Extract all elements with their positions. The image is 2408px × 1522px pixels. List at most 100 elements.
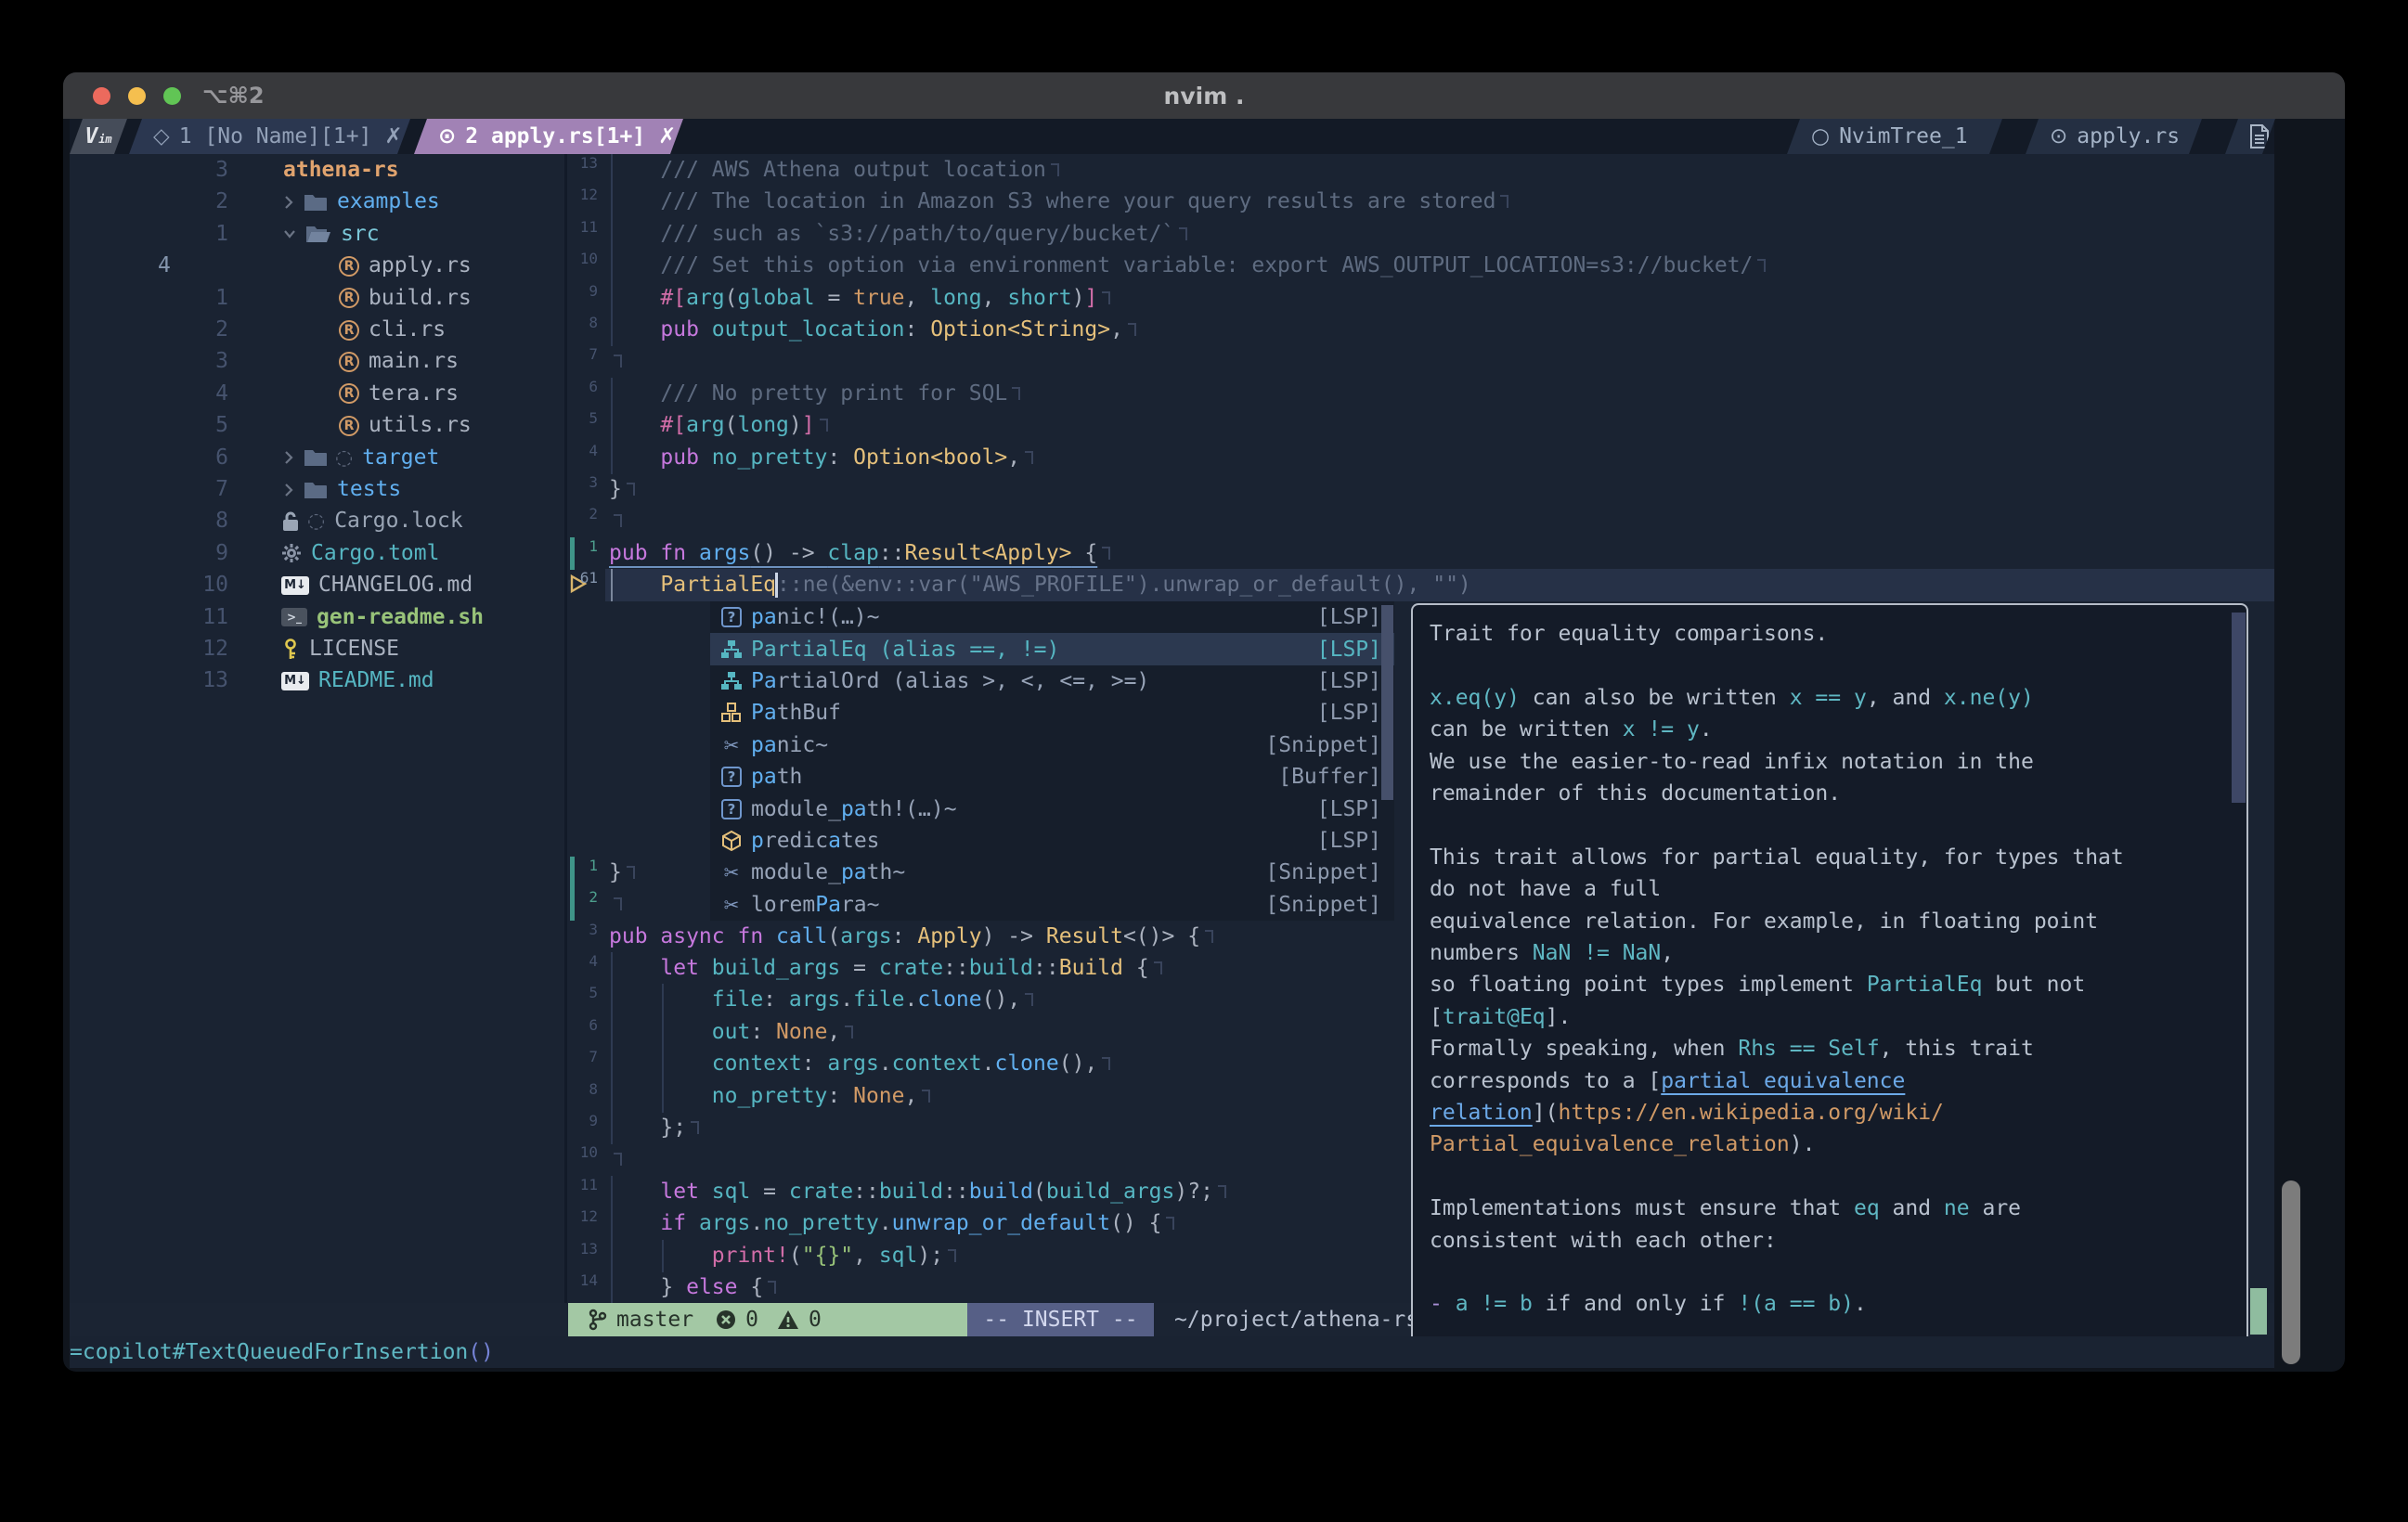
tab-close-icon[interactable]: ✗ [658,124,676,148]
line-number: 2 [518,888,598,906]
tree-line-number: 10 [149,569,228,601]
eol-marker [691,1121,699,1134]
tree-item-athena-rs[interactable]: 3athena-rs [70,154,564,187]
doc-line: Partial_equivalence_relation). [1430,1129,1815,1160]
tree-item-src[interactable]: 1src [70,218,564,251]
line-number: 7 [518,1048,598,1065]
code-line[interactable]: pub fn args() -> clap::Result<Apply> { [568,537,2274,570]
tab-buffer-2[interactable]: ⊙2 apply.rs[1+]✗ [414,119,683,154]
doc-line: corresponds to a [partial equivalence [1430,1065,1905,1097]
completion-popup: ?panic!(…)~[LSP]PartialEq (alias ==, !=)… [710,601,1394,921]
tree-item-Cargo.toml[interactable]: 9Cargo.toml [70,537,564,570]
tree-item-label: target [362,442,439,474]
terminal-scrollbar[interactable] [2282,1180,2300,1364]
completion-item-1[interactable]: PartialEq (alias ==, !=)[LSP] [710,633,1394,664]
tree-item-target[interactable]: 6◌target [70,442,564,474]
code-line[interactable]: PartialEq::ne(&env::var("AWS_PROFILE").u… [568,569,2274,601]
code-line[interactable] [568,505,2274,537]
code-line-text: pub fn args() -> clap::Result<Apply> { [609,537,1110,570]
code-line[interactable]: /// Set this option via environment vari… [568,250,2274,282]
code-line[interactable]: pub no_pretty: Option<bool>, [568,442,2274,474]
code-line-text: /// AWS Athena output location [609,154,1059,187]
completion-item-4[interactable]: ✂panic~[Snippet] [710,729,1394,761]
completion-kind-icon-wrap [718,639,745,660]
completion-kind-icon-wrap: ✂ [718,861,745,884]
tree-item-tera.rs[interactable]: 4Rtera.rs [70,378,564,410]
line-number: 1 [518,857,598,874]
tree-item-tests[interactable]: 7tests [70,473,564,506]
completion-item-0[interactable]: ?panic!(…)~[LSP] [710,601,1394,633]
completion-source-tag: [LSP] [1317,669,1381,693]
code-line[interactable]: /// AWS Athena output location [568,154,2274,187]
tree-line-number: 1 [149,282,228,315]
tree-item-utils.rs[interactable]: 5Rutils.rs [70,409,564,442]
completion-item-3[interactable]: PathBuf[LSP] [710,697,1394,729]
completion-item-2[interactable]: PartialOrd (alias >, <, <=, >=) [LSP] [710,665,1394,697]
code-line[interactable]: pub output_location: Option<String>, [568,314,2274,346]
code-line[interactable]: #[arg(long)] [568,409,2274,442]
indent-guide [611,952,613,985]
tree-item-content: examples [281,186,440,218]
tree-item-examples[interactable]: 2examples [70,186,564,218]
line-number: 6 [518,378,598,395]
tree-item-content: Rapply.rs [339,250,472,282]
code-line-text: out: None, [609,1016,853,1049]
code-line-text: pub output_location: Option<String>, [609,314,1136,346]
tree-item-apply.rs[interactable]: 4Rapply.rs [70,250,564,282]
code-line[interactable]: /// such as `s3://path/to/query/bucket/` [568,218,2274,251]
code-line-text: if args.no_pretty.unwrap_or_default() { [609,1207,1174,1240]
completion-label: PartialOrd (alias >, <, <=, >=) [751,669,1149,693]
rust-icon: R [339,352,359,372]
tree-item-README.md[interactable]: 13M↓README.md [70,664,564,697]
tree-item-Cargo.lock[interactable]: 8◌Cargo.lock [70,505,564,537]
code-line[interactable]: /// The location in Amazon S3 where your… [568,186,2274,218]
eol-marker [1102,547,1110,560]
tab-buffer-1[interactable]: ◇1 [No Name][1+]✗ [129,119,410,154]
tree-item-LICENSE[interactable]: 12LICENSE [70,633,564,665]
doc-scrollbar[interactable] [2232,613,2246,803]
tree-item-label: CHANGELOG.md [318,569,473,601]
code-line[interactable]: } [568,473,2274,506]
tree-item-content: M↓CHANGELOG.md [281,569,473,601]
tree-item-build.rs[interactable]: 1Rbuild.rs [70,282,564,315]
completion-source-tag: [LSP] [1317,797,1381,821]
tabline-right-apply.rs[interactable]: ⊙apply.rs [2026,119,2202,154]
cmdline-text: =copilot#TextQueuedForInsertion [70,1340,468,1364]
indent-guide [662,984,664,1016]
indent-guide [611,1207,613,1240]
tabline-right-NvimTree_1[interactable]: ○NvimTree_1 [1787,119,2002,154]
tree-item-content: src [281,218,380,251]
macro-icon: ? [721,799,742,819]
doc-line: - a != b if and only if !(a == b). [1430,1288,1867,1320]
diagnostics-error-icon [716,1309,736,1330]
completion-item-9[interactable]: ✂loremPara~[Snippet] [710,889,1394,921]
code-line[interactable]: #[arg(global = true, long, short)] [568,282,2274,315]
completion-item-7[interactable]: predicates[LSP] [710,825,1394,857]
code-line[interactable] [568,345,2274,378]
line-number: 4 [518,952,598,970]
tree-item-label: README.md [318,664,434,697]
tree-item-content: ◌target [281,442,439,474]
tabline-right-label: NvimTree_1 [1839,124,1967,148]
tree-item-gen-readme.sh[interactable]: 11>_gen-readme.sh [70,601,564,634]
eol-marker [1012,387,1020,400]
doc-line: Trait for equality comparisons. [1430,618,1828,650]
completion-kind-icon-wrap: ? [718,799,745,819]
command-line[interactable]: =copilot#TextQueuedForInsertion() [70,1336,2274,1368]
tree-item-main.rs[interactable]: 3Rmain.rs [70,345,564,378]
tree-item-CHANGELOG.md[interactable]: 10 M↓CHANGELOG.md [70,569,564,601]
indent-guide [611,442,613,474]
popup-scrollbar[interactable] [1381,605,1393,800]
tree-item-label: utils.rs [369,409,472,442]
line-number: 3 [518,921,598,938]
indent-guide [662,1240,664,1272]
code-line[interactable]: /// No pretty print for SQL [568,378,2274,410]
tree-item-cli.rs[interactable]: 2Rcli.rs [70,314,564,346]
completion-item-6[interactable]: ?module_path!(…)~[LSP] [710,793,1394,824]
rust-icon: R [339,320,359,341]
tab-close-icon[interactable]: ✗ [384,124,402,148]
tabline-right-file-icon[interactable] [2225,119,2275,154]
completion-item-5[interactable]: ?path[Buffer] [710,761,1394,793]
completion-label: predicates [751,829,880,853]
completion-item-8[interactable]: ✂module_path~[Snippet] [710,857,1394,888]
